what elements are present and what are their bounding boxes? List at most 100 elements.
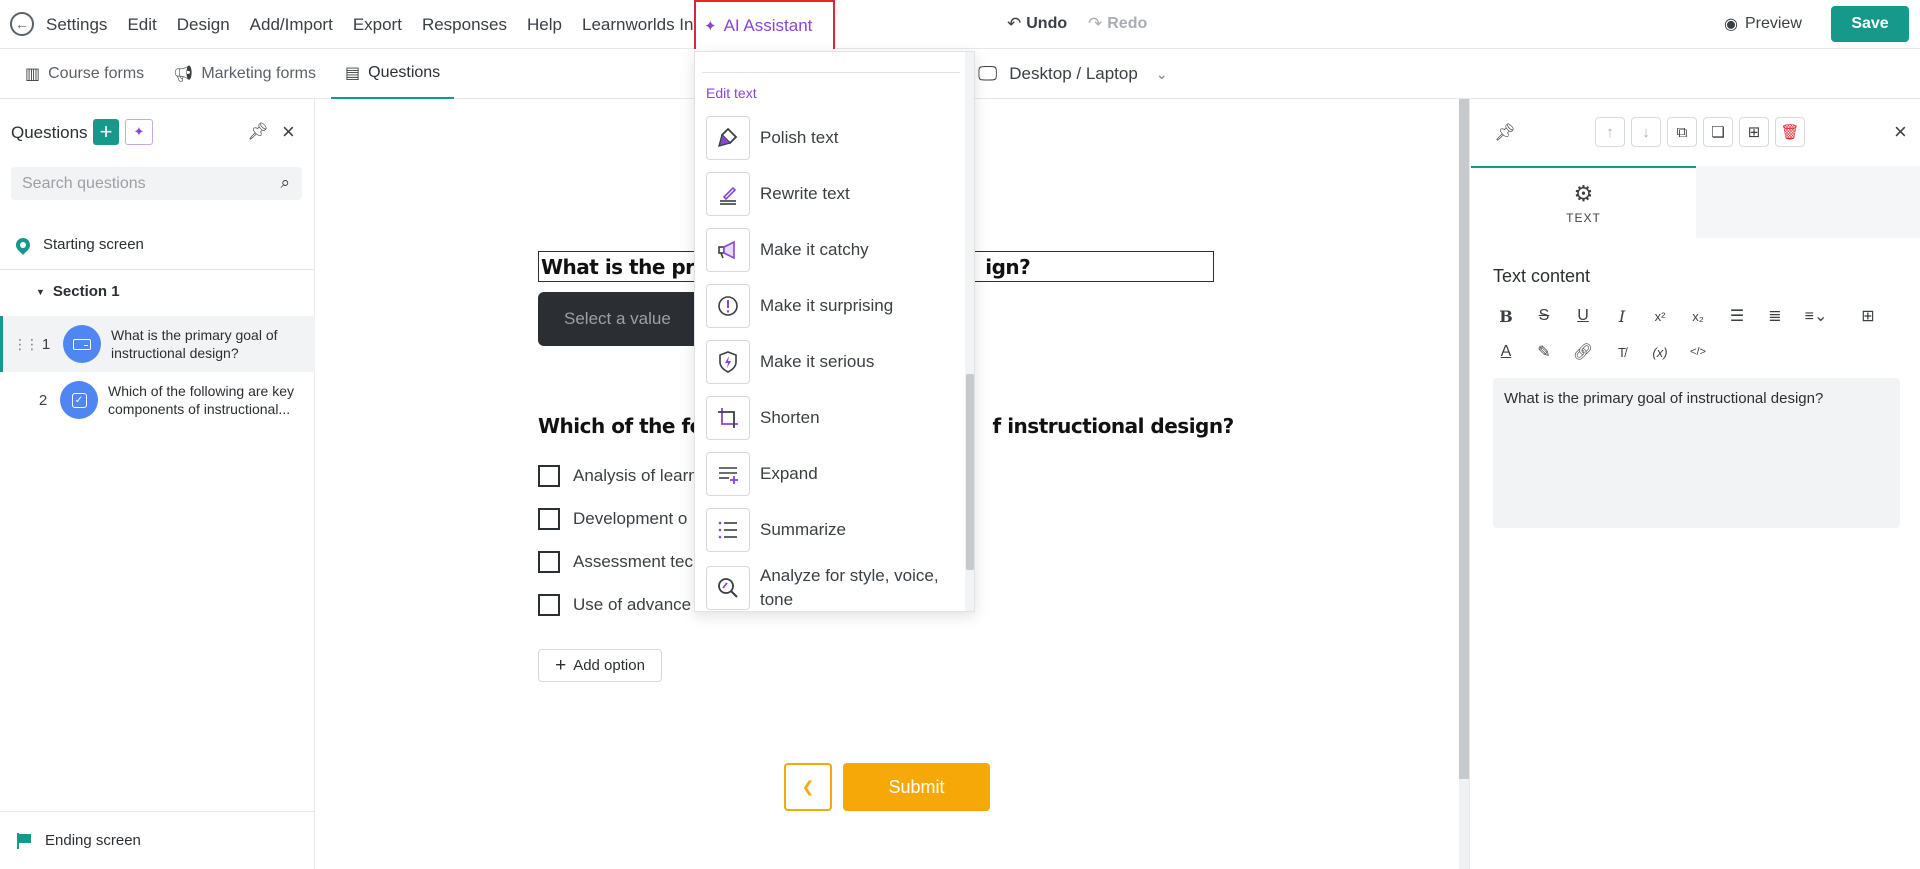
checkbox-option[interactable]: Assessment tec: [538, 550, 693, 574]
tab-text[interactable]: ⚙ TEXT: [1471, 166, 1696, 238]
canvas-scrollbar[interactable]: [1459, 99, 1469, 869]
starting-screen-item[interactable]: Starting screen: [0, 220, 315, 270]
menu-design[interactable]: Design: [177, 15, 230, 35]
starting-screen-label: Starting screen: [43, 236, 144, 253]
underline-icon[interactable]: U: [1571, 304, 1595, 328]
highlight-pen-icon[interactable]: ✎: [1532, 340, 1556, 364]
menu-learnworlds-info[interactable]: Learnworlds Info: [582, 15, 708, 35]
close-icon[interactable]: ×: [282, 119, 295, 145]
tab-marketing-forms[interactable]: 📢︎ Marketing forms: [159, 49, 330, 99]
menu-export[interactable]: Export: [353, 15, 402, 35]
back-arrow-icon[interactable]: ←: [10, 12, 34, 36]
ai-option-polish-text[interactable]: Polish text: [706, 115, 956, 161]
megaphone-icon: 📢︎: [173, 66, 194, 83]
checkbox-option[interactable]: Analysis of learn: [538, 464, 698, 488]
option-label: Assessment tec: [573, 552, 693, 571]
dropdown-scrollbar-thumb[interactable]: [966, 374, 974, 570]
caret-down-icon: ▼: [36, 286, 45, 297]
variable-icon[interactable]: (x): [1648, 340, 1672, 364]
checkbox[interactable]: [538, 551, 560, 573]
tab-course-forms[interactable]: ▥ Course forms: [11, 49, 158, 99]
checkbox[interactable]: [538, 594, 560, 616]
question-item-2[interactable]: ⋮⋮ 2 ✓ Which of the following are key co…: [0, 372, 315, 428]
align-dropdown-icon[interactable]: ≡⌄: [1804, 304, 1828, 328]
undo-button[interactable]: ↶ Undo: [1007, 14, 1067, 34]
ending-screen-item[interactable]: Ending screen: [0, 811, 315, 869]
pin-icon[interactable]: 📌︎: [1494, 123, 1516, 143]
tab-marketing-forms-label: Marketing forms: [201, 65, 317, 82]
edit-text-group-label: Edit text: [706, 85, 757, 101]
link-icon[interactable]: 🔗︎: [1571, 340, 1595, 364]
tab-questions[interactable]: ▤ Questions: [331, 49, 455, 99]
drag-handle-icon[interactable]: ⋮⋮: [13, 336, 39, 353]
scrollbar-thumb[interactable]: [1459, 99, 1469, 779]
move-down-button[interactable]: ↓: [1631, 117, 1661, 147]
code-icon[interactable]: </>: [1686, 340, 1710, 364]
italic-icon[interactable]: I: [1610, 304, 1634, 328]
chevron-left-icon: ❮: [801, 779, 815, 796]
duplicate-button[interactable]: ⧉: [1667, 117, 1697, 147]
polish-icon: [706, 116, 750, 160]
menu-add-import[interactable]: Add/Import: [250, 15, 333, 35]
plus-icon: +: [555, 654, 567, 676]
numbered-list-icon[interactable]: ≣: [1763, 304, 1787, 328]
ai-option-make-it-catchy[interactable]: Make it catchy: [706, 227, 956, 273]
menu-help[interactable]: Help: [527, 15, 562, 35]
section-header[interactable]: ▼ Section 1: [36, 283, 120, 300]
menu-edit[interactable]: Edit: [127, 15, 156, 35]
ai-option-expand[interactable]: Expand: [706, 451, 956, 497]
ai-option-shorten[interactable]: Shorten: [706, 395, 956, 441]
close-icon[interactable]: ×: [1894, 119, 1907, 145]
ai-option-summarize[interactable]: Summarize: [706, 507, 956, 553]
ai-generate-button[interactable]: ✦: [125, 119, 153, 145]
checkbox[interactable]: [538, 508, 560, 530]
tab-text-label: TEXT: [1566, 211, 1601, 225]
add-question-button[interactable]: +: [93, 119, 119, 145]
menu-ai-assistant[interactable]: ✦ AI Assistant: [694, 0, 835, 52]
expand-icon: [706, 452, 750, 496]
text-content-editor[interactable]: What is the primary goal of instructiona…: [1493, 378, 1900, 528]
submit-button[interactable]: Submit: [843, 763, 990, 811]
previous-button[interactable]: ❮: [784, 763, 832, 811]
strikethrough-icon[interactable]: S: [1532, 304, 1556, 328]
question-item-1[interactable]: ⋮⋮ 1 What is the primary goal of instruc…: [0, 316, 315, 372]
pin-icon[interactable]: 📌︎: [247, 122, 269, 142]
ai-option-analyze[interactable]: Analyze for style, voice, tone: [706, 563, 956, 611]
clear-format-icon[interactable]: T̸: [1610, 340, 1634, 364]
checkbox-option[interactable]: Use of advance: [538, 593, 691, 617]
bold-icon[interactable]: B: [1494, 304, 1518, 328]
move-up-button[interactable]: ↑: [1595, 117, 1625, 147]
copy-style-button[interactable]: ❏: [1703, 117, 1733, 147]
save-button[interactable]: Save: [1831, 6, 1909, 42]
monitor-icon: 🖵︎: [978, 62, 998, 85]
preview-button[interactable]: ◉ Preview: [1724, 14, 1802, 34]
subscript-icon[interactable]: x₂: [1686, 304, 1710, 328]
text-color-icon[interactable]: A: [1494, 340, 1518, 364]
option-label: Analysis of learn: [573, 466, 698, 485]
table-icon[interactable]: ⊞: [1856, 304, 1880, 328]
menu-settings[interactable]: Settings: [46, 15, 107, 35]
question-text: Which of the following are key component…: [108, 383, 294, 417]
ai-option-label: Make it catchy: [760, 240, 869, 259]
undo-icon: ↶: [1007, 14, 1022, 33]
redo-button[interactable]: ↷ Redo: [1088, 14, 1147, 34]
search-input[interactable]: [11, 167, 261, 200]
ending-screen-label: Ending screen: [45, 832, 141, 849]
superscript-icon[interactable]: x²: [1648, 304, 1672, 328]
delete-button[interactable]: 🗑︎: [1775, 117, 1805, 147]
exclamation-icon: [706, 284, 750, 328]
checkbox-option[interactable]: Development o: [538, 507, 687, 531]
add-option-button[interactable]: + Add option: [538, 649, 662, 682]
option-label: Use of advance: [573, 595, 692, 614]
ai-option-rewrite-text[interactable]: Rewrite text: [706, 171, 956, 217]
add-copy-button[interactable]: ⊞: [1739, 117, 1769, 147]
device-selector[interactable]: 🖵︎ Desktop / Laptop ⌄: [978, 49, 1168, 99]
bullet-list-icon[interactable]: ☰: [1725, 304, 1749, 328]
checkbox[interactable]: [538, 465, 560, 487]
analyze-icon: [706, 566, 750, 610]
menu-responses[interactable]: Responses: [422, 15, 507, 35]
ai-option-make-it-surprising[interactable]: Make it surprising: [706, 283, 956, 329]
ai-option-make-it-serious[interactable]: Make it serious: [706, 339, 956, 385]
search-icon[interactable]: ⌕: [280, 173, 290, 193]
add-option-label: Add option: [573, 657, 645, 674]
